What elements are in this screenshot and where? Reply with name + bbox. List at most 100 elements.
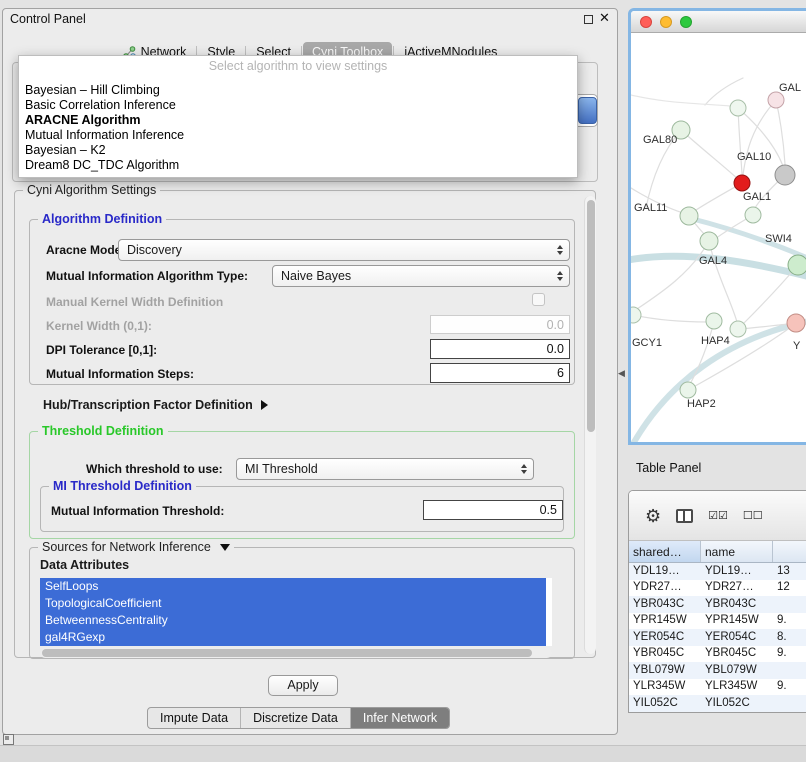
sources-title-text: Sources for Network Inference [42,540,211,554]
attribute-item[interactable]: BetweennessCentrality [40,612,546,629]
network-window-titlebar [631,11,806,33]
table-row[interactable]: YDL19…YDL19…13 [629,563,806,580]
network-edge[interactable] [637,241,709,309]
algorithm-dropdown: Select algorithm to view settings Bayesi… [18,55,578,178]
panel-collapse-icon[interactable]: ◀ [618,368,625,379]
table-cell [773,596,806,613]
apply-button[interactable]: Apply [268,675,338,696]
network-view-window: GALGAL80GAL10GAL11GAL1SWI4GAL4GCY1HAP4HA… [628,8,806,445]
network-node[interactable] [788,255,806,275]
mi-threshold-input[interactable] [423,500,563,520]
network-node[interactable] [730,100,746,116]
table-row[interactable]: YBR043CYBR043C [629,596,806,613]
table-row[interactable]: YBL079WYBL079W [629,662,806,679]
aracne-mode-label: Aracne Mode: [46,243,125,257]
dropdown-item-bayesian-hill-climbing[interactable]: Bayesian – Hill Climbing [19,83,577,98]
network-canvas[interactable]: GALGAL80GAL10GAL11GAL1SWI4GAL4GCY1HAP4HA… [631,33,806,442]
which-threshold-select[interactable]: MI Threshold [236,458,534,480]
mi-type-select[interactable]: Naive Bayes [272,265,570,287]
mi-steps-label: Mutual Information Steps: [46,367,194,381]
algorithm-definition-group: Algorithm Definition Aracne Mode: Discov… [29,219,575,385]
network-node[interactable] [768,92,784,108]
zoom-window-button[interactable] [680,16,692,28]
close-icon[interactable]: ✕ [599,10,610,26]
hub-definition-toggle[interactable]: Hub/Transcription Factor Definition [43,398,268,412]
network-node[interactable] [775,165,795,185]
dropdown-item-basic-correlation-inference[interactable]: Basic Correlation Inference [19,98,577,113]
network-node[interactable] [680,382,696,398]
table-row[interactable]: YER054CYER054C8. [629,629,806,646]
table-row[interactable]: YLR345WYLR345W9. [629,679,806,696]
node-label: GAL [779,82,801,94]
network-edge[interactable] [744,265,798,323]
settings-group-title: Cyni Algorithm Settings [23,183,160,197]
table-row[interactable]: YDR27…YDR27…12 [629,580,806,597]
status-bar [0,745,806,762]
deselect-all-icon[interactable]: ☐☐ [743,509,763,522]
settings-vscrollbar[interactable] [584,196,596,654]
table-cell: YLR345W [701,679,773,696]
network-node[interactable] [745,207,761,223]
table-cell: YBR045C [701,646,773,663]
network-edge[interactable] [693,183,742,212]
attribute-item[interactable]: SelfLoops [40,578,546,595]
manual-kernel-label: Manual Kernel Width Definition [46,295,223,309]
float-window-icon[interactable] [584,15,593,24]
bottom-tabs: Impute DataDiscretize DataInfer Network [147,707,450,729]
aracne-mode-select[interactable]: Discovery [118,239,570,261]
attribute-item[interactable]: gal4RGexp [40,629,546,646]
gear-icon[interactable]: ⚙ [645,507,661,525]
column-header[interactable]: name [701,541,773,562]
minimize-window-button[interactable] [660,16,672,28]
algorithm-combo-button[interactable] [578,97,597,124]
table-cell: YER054C [629,629,701,646]
network-node[interactable] [730,321,746,337]
network-node[interactable] [706,313,722,329]
mi-steps-input[interactable] [430,363,570,383]
dropdown-item-bayesian-k2[interactable]: Bayesian – K2 [19,143,577,158]
network-edge[interactable] [743,100,776,175]
network-edge[interactable] [709,241,737,322]
table-cell: YDR27… [701,580,773,597]
node-label: Y [793,340,801,352]
sources-group-title[interactable]: Sources for Network Inference [38,540,234,554]
table-cell: YIL052C [629,695,701,712]
bottom-tab-discretize-data[interactable]: Discretize Data [240,708,350,728]
table-row[interactable]: YPR145WYPR145W9. [629,613,806,630]
dropdown-item-dream8-dc-tdc-algorithm[interactable]: Dream8 DC_TDC Algorithm [19,158,577,173]
select-all-icon[interactable]: ☑☑ [708,509,728,522]
network-edge[interactable] [681,130,739,180]
hscrollbar-thumb[interactable] [42,649,532,657]
dropdown-item-mutual-information-inference[interactable]: Mutual Information Inference [19,128,577,143]
column-selector-icon[interactable] [676,509,693,523]
close-window-button[interactable] [640,16,652,28]
dropdown-item-aracne-algorithm[interactable]: ARACNE Algorithm [19,113,577,128]
network-svg[interactable]: GALGAL80GAL10GAL11GAL1SWI4GAL4GCY1HAP4HA… [631,33,806,442]
dpi-tolerance-input[interactable] [430,339,570,359]
network-node[interactable] [631,307,641,323]
table-cell: YDR27… [629,580,701,597]
combo-arrows-icon [557,271,563,281]
column-header[interactable] [773,541,806,562]
bottom-tab-impute-data[interactable]: Impute Data [148,708,240,728]
column-header[interactable]: shared… [629,541,701,562]
table-row[interactable]: YBR045CYBR045C9. [629,646,806,663]
vscrollbar-thumb[interactable] [587,200,595,432]
attribute-item[interactable]: TopologicalCoefficient [40,595,546,612]
table-row[interactable]: YIL052CYIL052C [629,695,806,712]
data-attributes-list[interactable]: SelfLoopsTopologicalCoefficientBetweenne… [40,578,552,646]
network-node[interactable] [787,314,805,332]
network-edge[interactable] [633,315,707,322]
table-cell: 9. [773,613,806,630]
network-node[interactable] [700,232,718,250]
dpi-tolerance-label: DPI Tolerance [0,1]: [46,343,157,357]
bottom-tab-infer-network[interactable]: Infer Network [350,708,449,728]
mi-type-value: Naive Bayes [281,269,351,283]
screen: Control Panel ✕ NetworkStyleSelectCyni T… [0,0,806,762]
network-node[interactable] [734,175,750,191]
table-cell: YBL079W [629,662,701,679]
restore-panel-icon[interactable] [3,734,14,745]
network-edge[interactable] [738,108,742,174]
attributes-hscrollbar[interactable] [40,648,552,658]
network-node[interactable] [680,207,698,225]
